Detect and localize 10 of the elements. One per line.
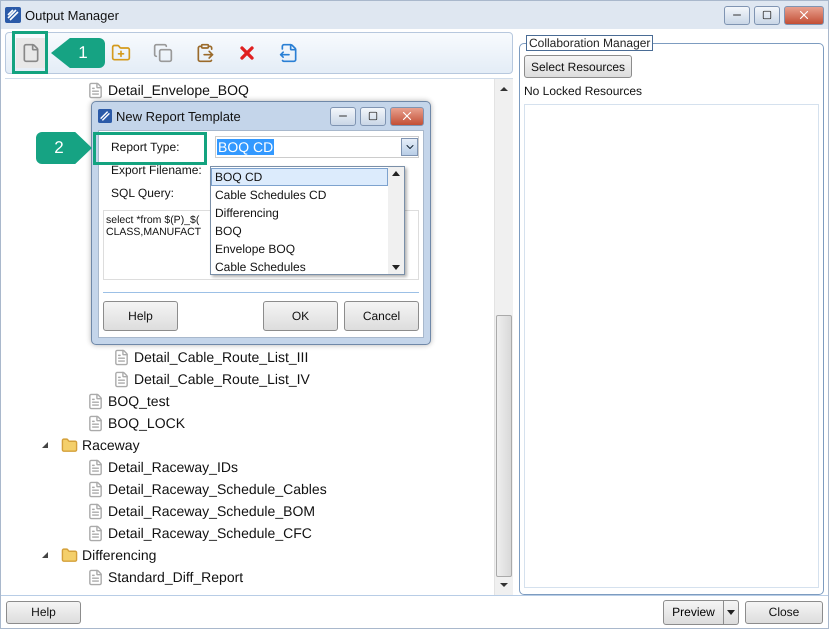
field-label: SQL Query:: [110, 186, 175, 200]
dialog-title: New Report Template: [116, 108, 242, 124]
field-label: Report Type:: [110, 140, 180, 154]
window-title: Output Manager: [25, 8, 120, 22]
status-text: No Locked Resources: [524, 84, 644, 98]
combo-value: BOQ CD: [217, 138, 274, 154]
field-label: Export Filename:: [110, 162, 203, 176]
query-text: CLASS,MANUFACT: [106, 226, 202, 238]
group-title: Collaboration Manager: [526, 35, 654, 51]
query-text: select *from $(P)_$(: [106, 214, 200, 226]
